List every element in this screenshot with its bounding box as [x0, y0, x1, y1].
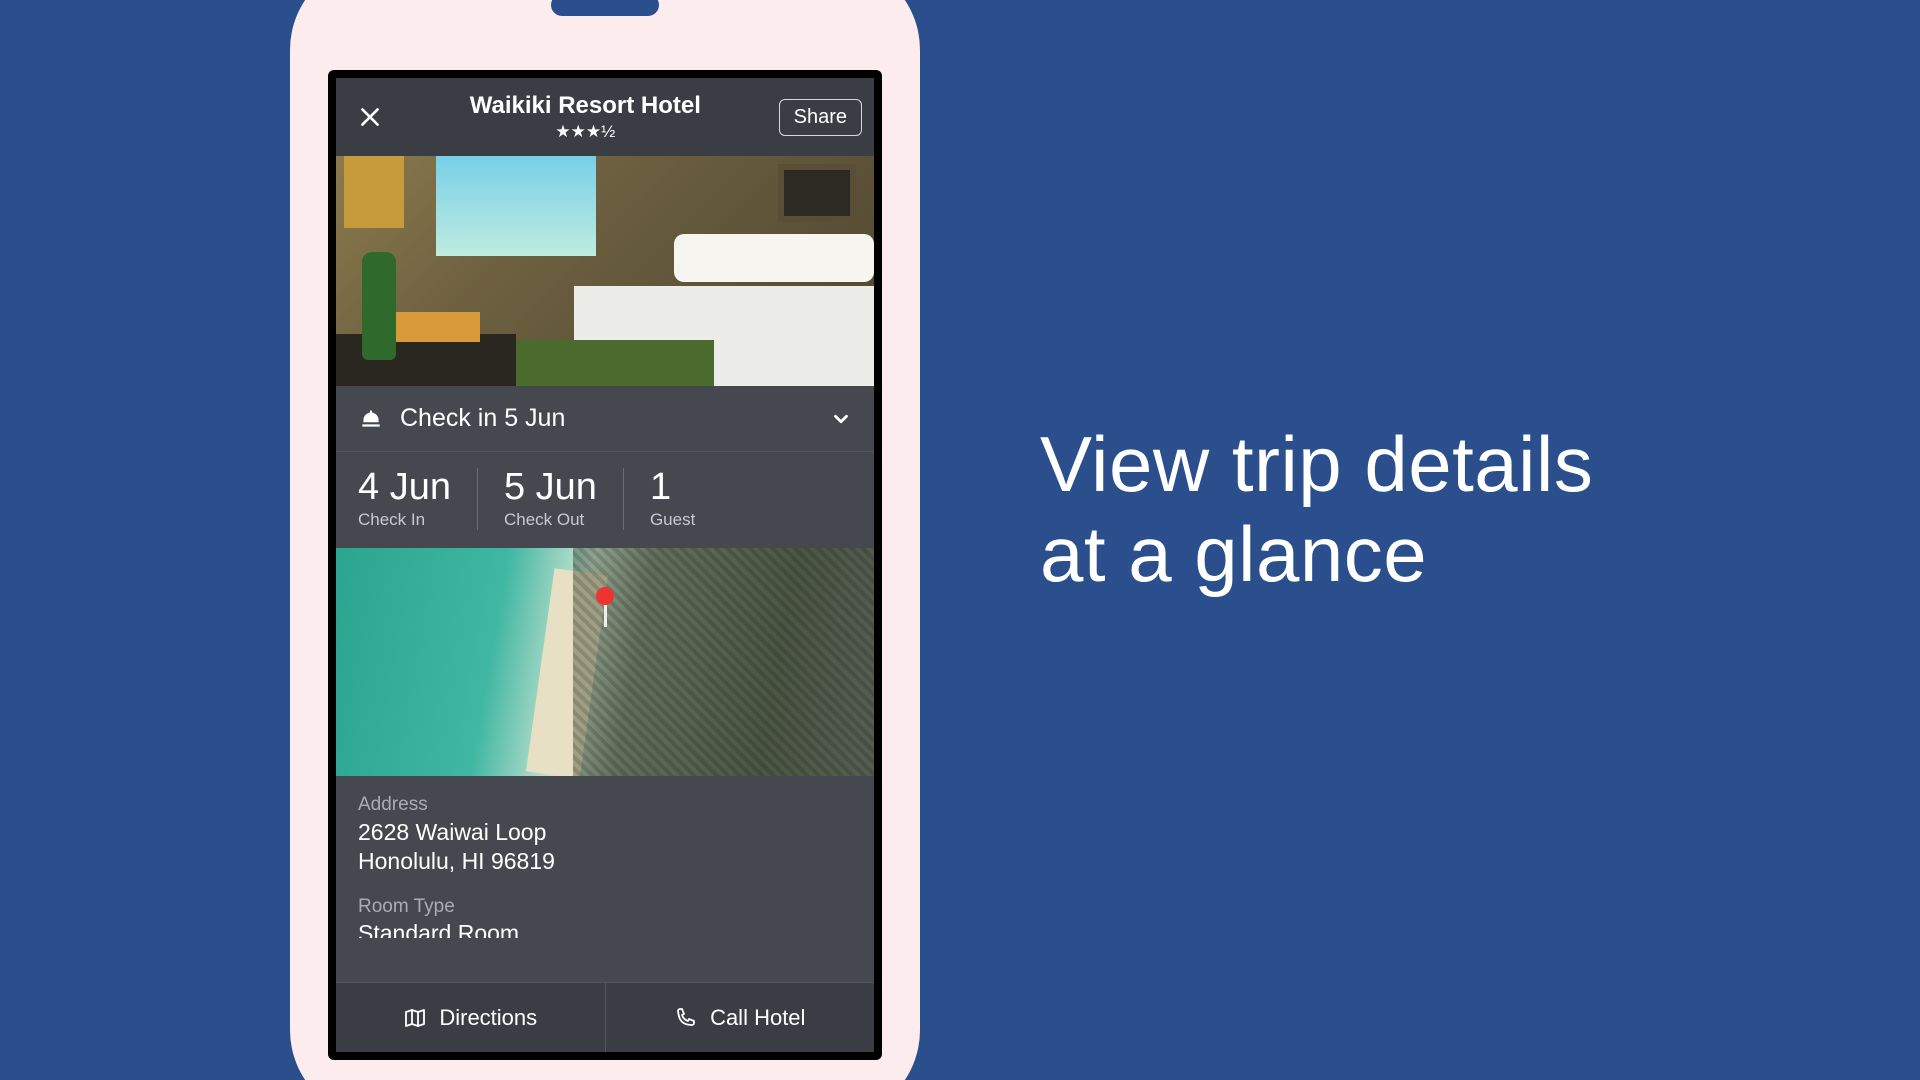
guests-block: 1 Guest — [623, 468, 721, 530]
phone-frame: Waikiki Resort Hotel ★★★½ Share — [290, 0, 920, 1080]
room-type-label: Room Type — [358, 896, 852, 918]
checkout-date-block: 5 Jun Check Out — [477, 468, 623, 530]
header-title-block: Waikiki Resort Hotel ★★★½ — [392, 92, 779, 142]
call-hotel-label: Call Hotel — [710, 1005, 805, 1031]
directions-button[interactable]: Directions — [336, 983, 605, 1052]
room-type-value: Standard Room — [358, 920, 852, 938]
checkin-date-block: 4 Jun Check In — [358, 468, 477, 530]
hotel-map[interactable] — [336, 548, 874, 776]
headline-line-2: at a glance — [1040, 510, 1593, 600]
checkout-date-label: Check Out — [504, 510, 597, 530]
hotel-star-rating: ★★★½ — [392, 122, 779, 142]
close-button[interactable] — [348, 95, 392, 139]
address-line-1: 2628 Waiwai Loop — [358, 818, 852, 847]
map-pin-icon — [596, 587, 614, 627]
hotel-title: Waikiki Resort Hotel — [392, 92, 779, 120]
address-line-2: Honolulu, HI 96819 — [358, 847, 852, 876]
close-icon — [357, 104, 383, 130]
checkin-date-value: 4 Jun — [358, 468, 451, 506]
phone-speaker — [551, 0, 659, 16]
map-icon — [403, 1006, 427, 1030]
checkin-summary-text: Check in 5 Jun — [400, 404, 814, 433]
bell-icon — [358, 406, 384, 432]
action-footer: Directions Call Hotel — [336, 982, 874, 1052]
phone-icon — [674, 1006, 698, 1030]
phone-screen: Waikiki Resort Hotel ★★★½ Share — [328, 70, 882, 1060]
hotel-details-section: Address 2628 Waiwai Loop Honolulu, HI 96… — [336, 776, 874, 982]
guests-label: Guest — [650, 510, 695, 530]
app-header: Waikiki Resort Hotel ★★★½ Share — [336, 78, 874, 156]
checkin-expand-row[interactable]: Check in 5 Jun — [336, 386, 874, 452]
call-hotel-button[interactable]: Call Hotel — [605, 983, 875, 1052]
checkin-date-label: Check In — [358, 510, 451, 530]
directions-label: Directions — [439, 1005, 537, 1031]
checkout-date-value: 5 Jun — [504, 468, 597, 506]
marketing-headline: View trip details at a glance — [1040, 420, 1593, 599]
share-button[interactable]: Share — [779, 99, 862, 136]
chevron-down-icon — [830, 408, 852, 430]
headline-line-1: View trip details — [1040, 420, 1593, 510]
address-label: Address — [358, 794, 852, 816]
hotel-detail-app: Waikiki Resort Hotel ★★★½ Share — [336, 78, 874, 1052]
hotel-hero-image[interactable] — [336, 156, 874, 386]
dates-summary: 4 Jun Check In 5 Jun Check Out 1 Guest — [336, 452, 874, 548]
guests-value: 1 — [650, 468, 695, 506]
